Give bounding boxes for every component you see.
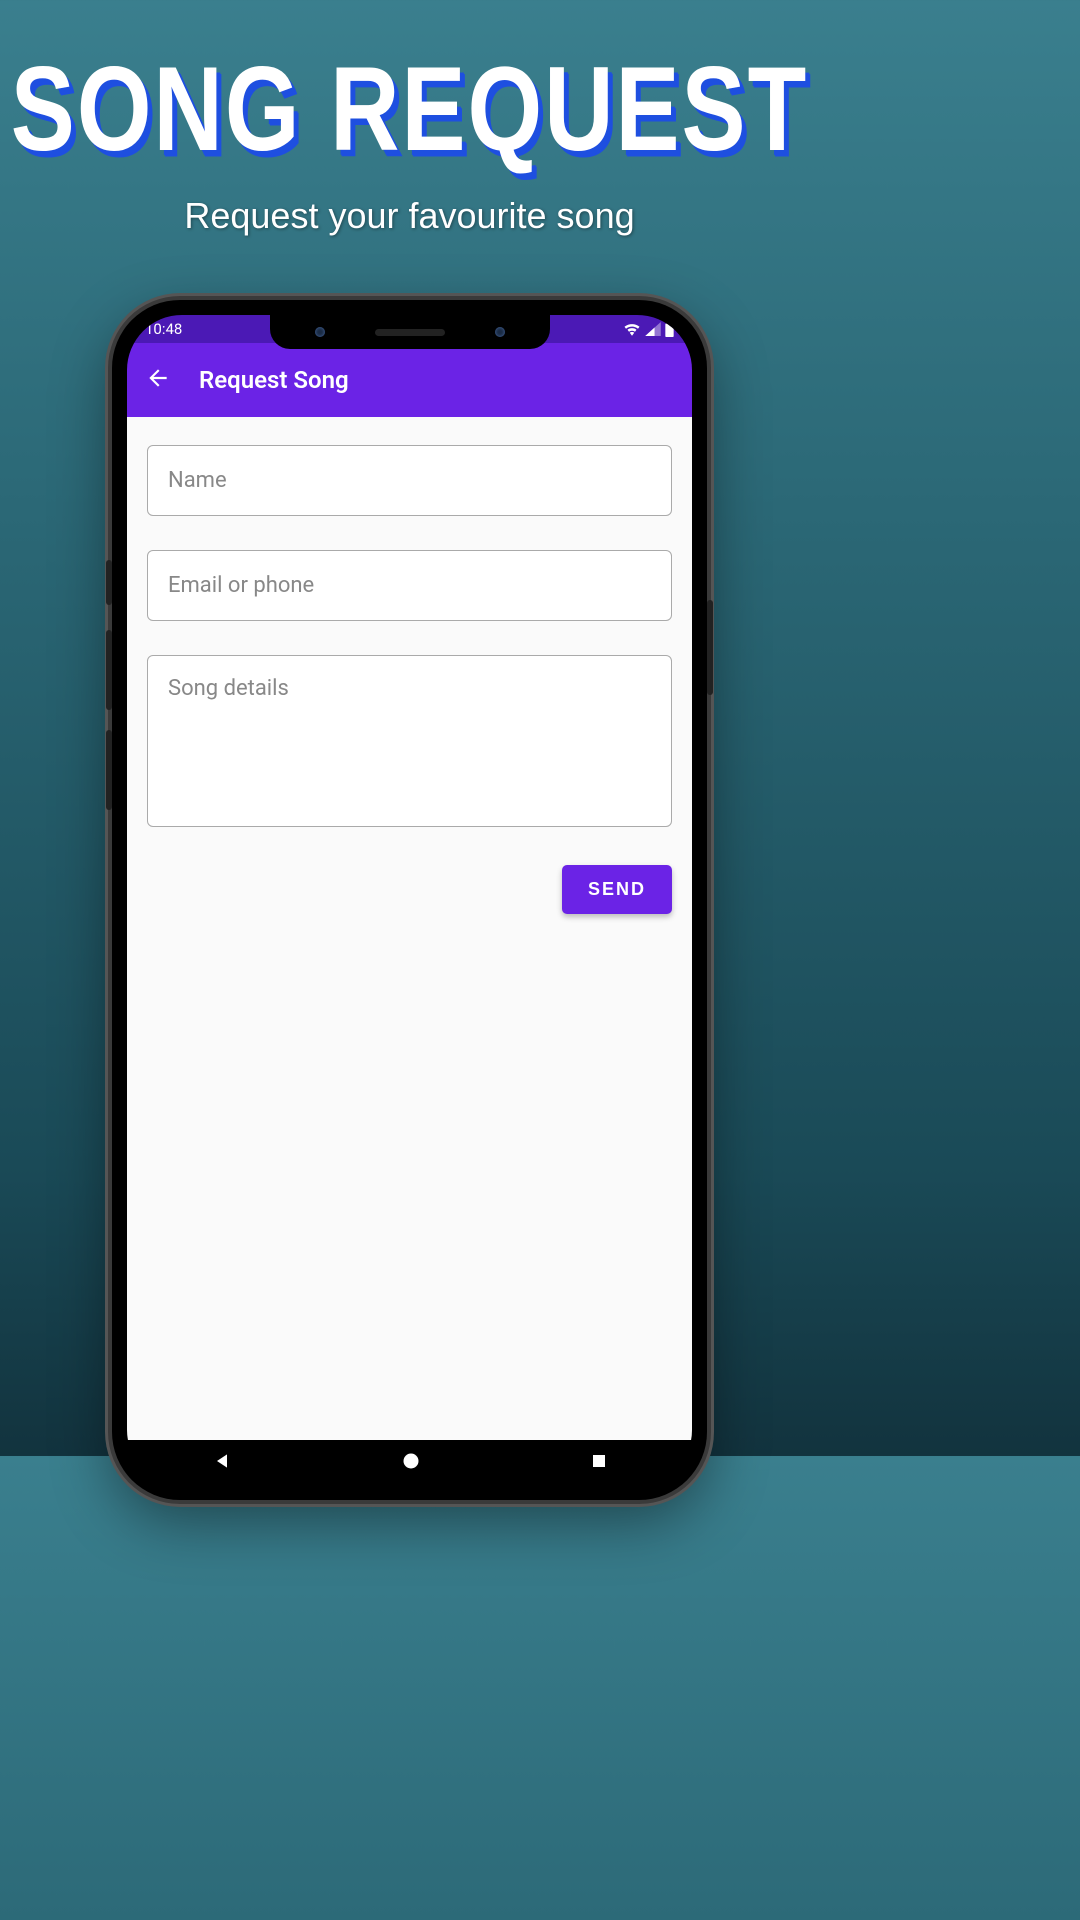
- speaker-grille: [375, 329, 445, 336]
- phone-frame: 10:48 Request Song SEND: [112, 300, 707, 1500]
- triangle-back-icon: [212, 1451, 232, 1471]
- wifi-icon: [623, 322, 641, 336]
- android-nav-bar: [127, 1440, 692, 1485]
- promo-title: SONG REQUEST: [0, 50, 819, 170]
- status-time: 10:48: [145, 320, 182, 338]
- front-sensor-icon: [495, 327, 505, 337]
- circle-home-icon: [401, 1451, 421, 1471]
- form-content: SEND: [127, 417, 692, 1440]
- phone-side-button: [106, 630, 112, 710]
- promo-subtitle: Request your favourite song: [0, 195, 819, 237]
- battery-icon: [665, 322, 674, 337]
- back-button[interactable]: [145, 365, 171, 395]
- signal-icon: [645, 322, 661, 336]
- front-camera-icon: [315, 327, 325, 337]
- phone-side-button: [707, 600, 713, 695]
- phone-screen: 10:48 Request Song SEND: [127, 315, 692, 1485]
- phone-side-button: [106, 730, 112, 810]
- send-button[interactable]: SEND: [562, 865, 672, 914]
- page-title: Request Song: [199, 366, 349, 394]
- nav-recent-button[interactable]: [590, 1452, 608, 1474]
- nav-home-button[interactable]: [401, 1451, 421, 1475]
- song-details-input[interactable]: [147, 655, 672, 827]
- app-bar: Request Song: [127, 343, 692, 417]
- nav-back-button[interactable]: [212, 1451, 232, 1475]
- phone-side-button: [106, 560, 112, 605]
- name-input[interactable]: [147, 445, 672, 516]
- contact-input[interactable]: [147, 550, 672, 621]
- phone-notch: [270, 315, 550, 349]
- square-recent-icon: [590, 1452, 608, 1470]
- arrow-left-icon: [145, 365, 171, 391]
